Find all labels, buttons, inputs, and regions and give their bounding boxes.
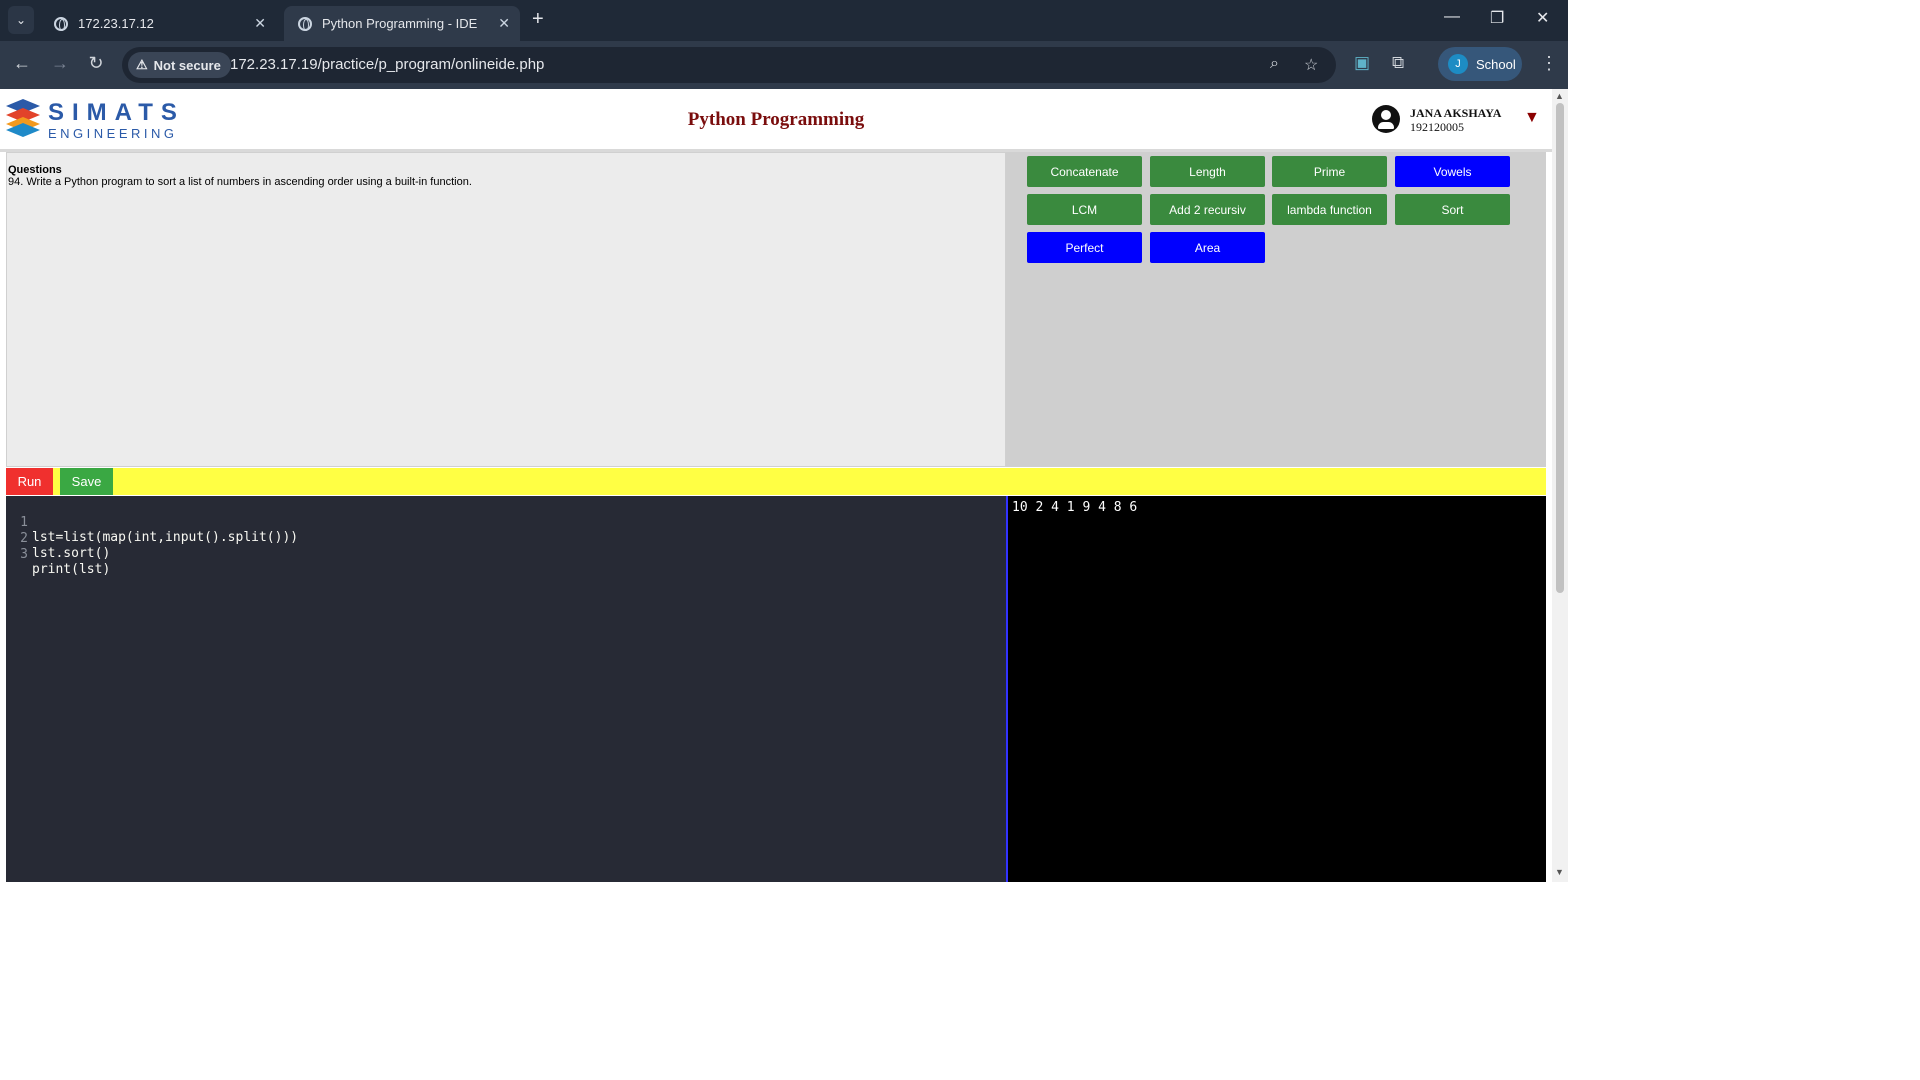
more-menu-icon[interactable]: ⋮: [1540, 53, 1558, 74]
browser-tab[interactable]: 172.23.17.12 ✕: [40, 6, 276, 41]
page: SIMATS ENGINEERING Python Programming JA…: [0, 89, 1552, 882]
code-line: 2 lst.sort(): [6, 516, 110, 561]
tab-title: 172.23.17.12: [78, 16, 154, 31]
user-name: JANA AKSHAYA: [1410, 106, 1502, 120]
scrollbar-thumb[interactable]: [1556, 103, 1564, 593]
browser-toolbar: ← → ↻ ⚠ Not secure 172.23.17.19/practice…: [0, 41, 1568, 89]
window-close-icon[interactable]: ✕: [1536, 8, 1549, 28]
scroll-down-icon[interactable]: ▼: [1555, 867, 1564, 877]
question-button-lambda-function[interactable]: lambda function: [1272, 194, 1387, 225]
browser-tab-bar: ⌄ 172.23.17.12 ✕ Python Programming - ID…: [0, 0, 1568, 41]
profile-button[interactable]: J School: [1438, 47, 1522, 81]
questions-heading: Questions: [8, 164, 62, 176]
site-header: SIMATS ENGINEERING Python Programming JA…: [0, 89, 1552, 149]
question-button-concatenate[interactable]: Concatenate: [1027, 156, 1142, 187]
question-buttons-panel: Concatenate Length Prime Vowels LCM Add …: [1006, 152, 1546, 467]
tab-search-button[interactable]: ⌄: [8, 6, 34, 34]
close-icon[interactable]: ✕: [498, 15, 510, 32]
page-scrollbar[interactable]: ▲ ▼: [1552, 89, 1568, 882]
new-tab-button[interactable]: +: [532, 8, 544, 31]
chevron-down-icon: ⌄: [15, 13, 27, 27]
code-text[interactable]: lst=list(map(int,input().split())): [32, 530, 298, 545]
reload-icon[interactable]: ↻: [84, 53, 108, 74]
run-button[interactable]: Run: [6, 468, 53, 495]
minimize-icon[interactable]: —: [1444, 8, 1460, 26]
code-line: 3 print(lst): [6, 532, 110, 577]
bookmark-star-icon[interactable]: ☆: [1304, 55, 1318, 75]
question-pane: Questions 94. Write a Python program to …: [6, 152, 1006, 467]
close-icon[interactable]: ✕: [254, 15, 266, 32]
restore-icon[interactable]: ❐: [1490, 8, 1504, 28]
globe-icon: [298, 16, 312, 31]
save-button[interactable]: Save: [60, 468, 113, 495]
avatar: J: [1448, 54, 1468, 74]
scroll-up-icon[interactable]: ▲: [1555, 91, 1564, 101]
question-button-lcm[interactable]: LCM: [1027, 194, 1142, 225]
security-indicator[interactable]: ⚠ Not secure: [128, 52, 231, 78]
line-number: 3: [20, 547, 28, 562]
browser-tab-active[interactable]: Python Programming - IDE ✕: [284, 6, 520, 41]
caret-down-icon[interactable]: ▼: [1524, 109, 1540, 127]
profile-name: School: [1476, 56, 1516, 72]
forward-arrow-icon[interactable]: →: [48, 53, 72, 74]
code-editor[interactable]: 1 lst=list(map(int,input().split())) 2 l…: [6, 496, 1006, 882]
question-button-prime[interactable]: Prime: [1272, 156, 1387, 187]
puzzle-icon[interactable]: ⧉: [1392, 53, 1404, 73]
output-text: 10 2 4 1 9 4 8 6: [1012, 500, 1138, 515]
page-title: Python Programming: [687, 109, 865, 130]
warning-icon: ⚠: [136, 57, 148, 72]
url-text[interactable]: 172.23.17.19/practice/p_program/onlineid…: [230, 56, 544, 73]
extension-icon[interactable]: ▣: [1354, 53, 1370, 73]
user-id: 192120005: [1410, 120, 1464, 134]
security-label: Not secure: [153, 57, 221, 73]
question-button-sort[interactable]: Sort: [1395, 194, 1510, 225]
question-button-add-2-recursiv[interactable]: Add 2 recursiv: [1150, 194, 1265, 225]
question-text: 94. Write a Python program to sort a lis…: [8, 176, 472, 188]
back-arrow-icon[interactable]: ←: [10, 53, 34, 74]
question-button-perfect[interactable]: Perfect: [1027, 232, 1142, 263]
zoom-icon[interactable]: ⌕: [1270, 55, 1279, 73]
user-avatar-icon: [1372, 105, 1400, 133]
question-button-length[interactable]: Length: [1150, 156, 1265, 187]
globe-icon: [54, 16, 68, 31]
question-button-area[interactable]: Area: [1150, 232, 1265, 263]
tab-title: Python Programming - IDE: [322, 16, 478, 31]
code-text[interactable]: print(lst): [32, 562, 110, 577]
output-console[interactable]: 10 2 4 1 9 4 8 6: [1006, 496, 1546, 882]
address-bar[interactable]: ⚠ Not secure 172.23.17.19/practice/p_pro…: [122, 47, 1336, 83]
action-bar: Run Save: [6, 468, 1546, 495]
code-line: 1 lst=list(map(int,input().split())): [6, 500, 298, 545]
question-button-vowels[interactable]: Vowels: [1395, 156, 1510, 187]
